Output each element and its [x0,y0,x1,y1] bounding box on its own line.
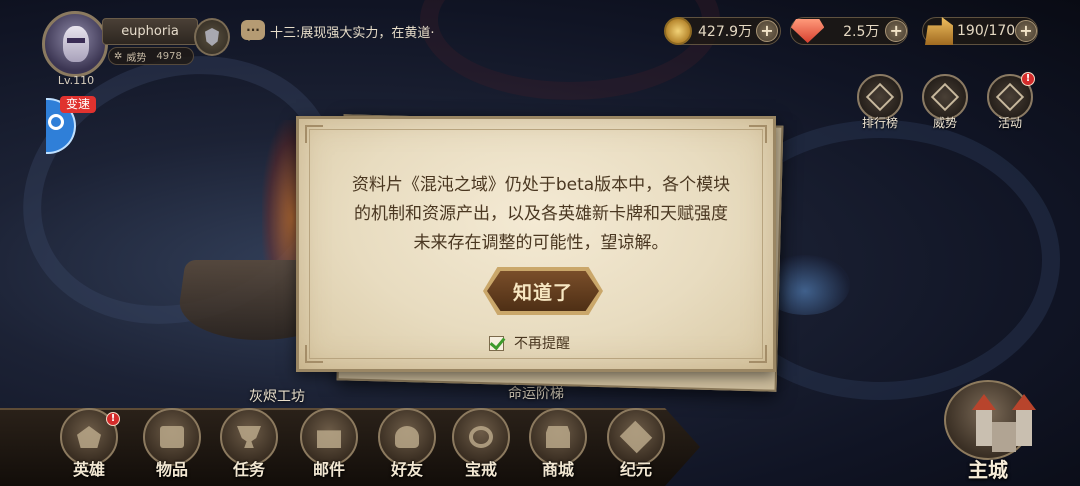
player-avatar[interactable] [42,11,108,77]
coin-icon [664,17,692,45]
dont-remind-checkbox[interactable] [489,335,504,351]
forge-label[interactable]: 灰烬工坊 [249,386,305,406]
nav-quests[interactable]: 任务 [214,408,284,486]
nav-quests-label: 任务 [232,460,265,479]
nav-items[interactable]: 物品 [137,408,207,486]
gem-resource: 2.5万 + [790,17,908,45]
ok-button[interactable]: 知道了 [487,271,599,311]
chat-icon-dots: ··· [246,23,260,37]
main-city-button[interactable]: 主城 [930,372,1046,486]
hero-alert-icon: ! [106,412,120,426]
power-label: 威势 [126,52,147,64]
event-alert-icon: ! [1021,72,1035,86]
nav-era-label: 纪元 [619,460,652,479]
ranking-button[interactable]: 排行榜 [853,74,907,130]
nav-rings-label: 宝戒 [464,460,497,479]
player-level: Lv.110 [57,74,95,87]
nav-friends-label: 好友 [390,460,423,479]
shield-icon [205,28,219,46]
player-name: euphoria [102,18,198,45]
power-value: 4978 [156,50,182,62]
add-gem-button[interactable]: + [885,20,907,42]
add-gold-button[interactable]: + [756,20,778,42]
chat-icon[interactable]: ··· [241,20,265,41]
player-power: ✲ 威势 4978 [108,47,194,65]
nav-mail-label: 邮件 [312,460,345,479]
corner-ornament [749,345,767,363]
dialog-message: 资料片《混沌之域》仍处于beta版本中，各个模块的机制和资源产出，以及各英雄新卡… [351,175,731,253]
notice-dialog: 资料片《混沌之域》仍处于beta版本中，各个模块的机制和资源产出，以及各英雄新卡… [296,116,776,372]
add-stamina-button[interactable]: + [1015,20,1037,42]
event-button[interactable]: 活动 ! [983,72,1037,130]
avatar-face [63,26,89,62]
gem-icon [791,19,825,43]
speed-tag[interactable]: 变速 [60,96,96,113]
ladder-label[interactable]: 命运阶梯 [508,383,564,403]
dont-remind-label: 不再提醒 [514,336,570,352]
nav-rings[interactable]: 宝戒 [446,408,516,486]
nav-shop[interactable]: 商城 [523,408,593,486]
nav-shop-label: 商城 [541,460,574,479]
corner-ornament [305,345,323,363]
power-button-label: 威势 [932,116,957,130]
gold-value: 427.9万 [698,24,753,40]
rank-badge-icon[interactable] [194,18,230,56]
stamina-value: 190/170 [957,23,1016,39]
ranking-label: 排行榜 [861,116,898,130]
power-icon: ✲ [114,50,123,62]
nav-items-label: 物品 [155,460,188,479]
corner-ornament [305,125,323,143]
stamina-resource: 190/170 + [922,17,1038,45]
corner-ornament [749,125,767,143]
gem-value: 2.5万 [843,24,880,40]
chat-message[interactable]: 十三:展现强大实力，在黄道· [270,22,438,40]
gold-resource: 427.9万 + [664,17,781,45]
event-label: 活动 [997,116,1022,130]
castle-icon [944,380,1036,460]
background-swirl [420,0,720,100]
nav-hero[interactable]: 英雄 ! [54,408,124,486]
dont-remind-toggle[interactable]: 不再提醒 [489,333,570,353]
nav-era[interactable]: 纪元 [601,408,671,486]
magnifier-icon [48,114,64,130]
nav-hero-label: 英雄 [72,460,105,479]
nav-friends[interactable]: 好友 [372,408,442,486]
stamina-icon [925,17,953,45]
power-button[interactable]: 威势 [918,74,972,130]
nav-mail[interactable]: 邮件 [294,408,364,486]
avatar-visor [67,38,85,43]
main-city-label: 主城 [968,458,1008,482]
